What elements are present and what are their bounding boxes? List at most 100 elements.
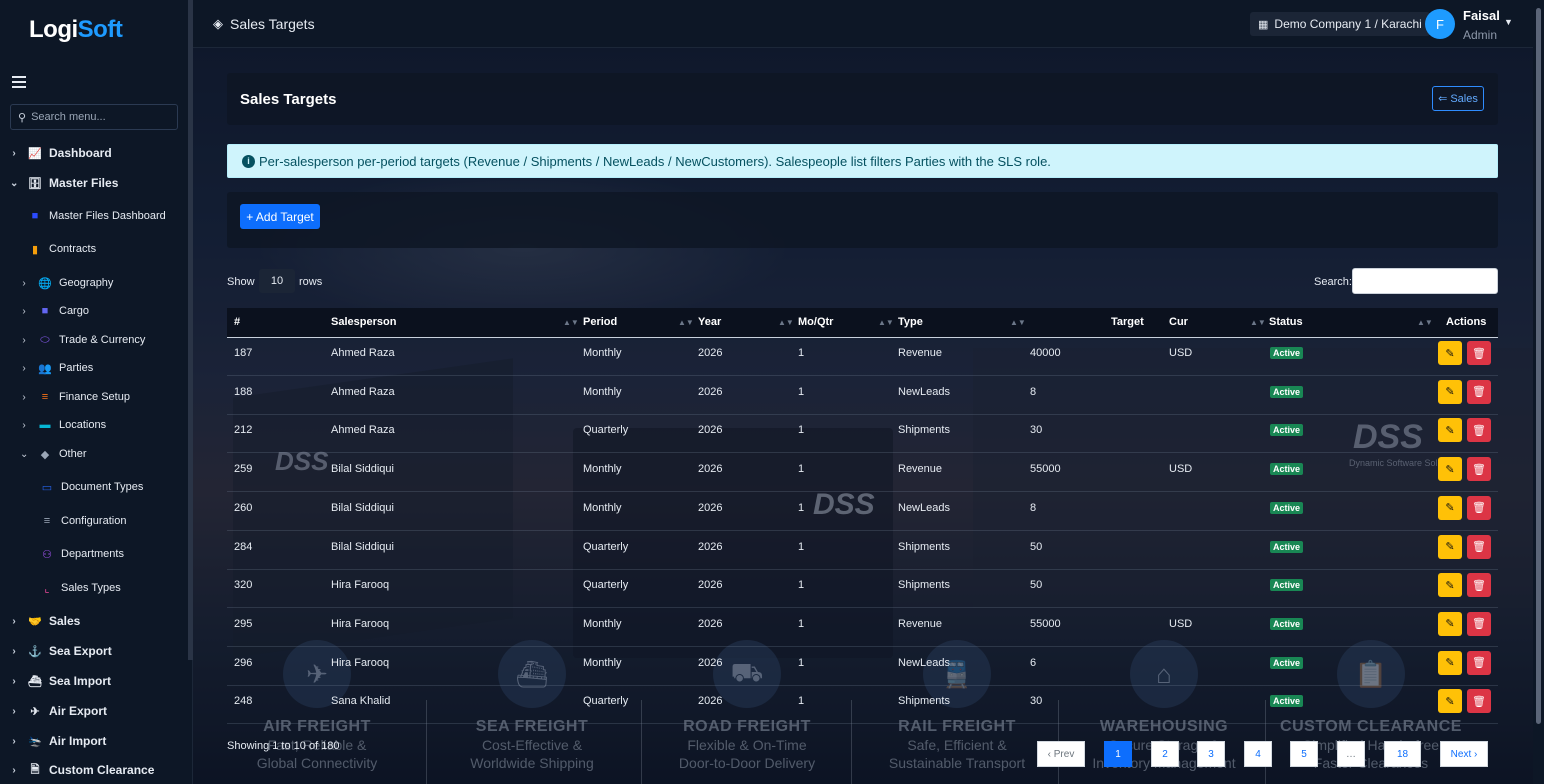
chevron-right-icon: ›	[22, 419, 26, 431]
sort-icon[interactable]: ▲▼	[1010, 308, 1026, 337]
sidebar-item-air-export[interactable]: › ✈ Air Export	[10, 702, 107, 720]
sidebar-item-document-types[interactable]: ▭ Document Types	[40, 478, 144, 496]
sidebar-item-other[interactable]: ⌄ ◆ Other	[20, 445, 87, 463]
sidebar-scrollbar[interactable]	[188, 0, 193, 660]
table-search-input[interactable]	[1352, 268, 1498, 294]
company-selector[interactable]: ▦ Demo Company 1 / Karachi	[1250, 12, 1430, 36]
delete-button[interactable]: 🗑	[1467, 689, 1491, 714]
col-header-id[interactable]: #	[234, 308, 240, 337]
sidebar-item-master-files-dashboard[interactable]: ■ Master Files Dashboard	[28, 207, 166, 225]
edit-button[interactable]: ✎	[1438, 457, 1462, 482]
avatar[interactable]: F	[1425, 9, 1455, 39]
header-title-text: Sales Targets	[230, 16, 315, 32]
edit-icon: ✎	[1445, 618, 1455, 631]
app-logo[interactable]: LogiSoft	[29, 16, 123, 44]
edit-button[interactable]: ✎	[1438, 689, 1462, 714]
add-target-button[interactable]: + Add Target	[240, 204, 320, 229]
edit-button[interactable]: ✎	[1438, 534, 1462, 559]
cell-id: 248	[234, 695, 253, 708]
status-badge: Active	[1270, 424, 1304, 437]
page-18-button[interactable]: 18	[1384, 741, 1421, 767]
cell-salesperson: Bilal Siddiqui	[331, 501, 394, 514]
page-5-button[interactable]: 5	[1290, 741, 1318, 767]
col-header-year[interactable]: Year	[698, 308, 721, 337]
chevron-right-icon: ›	[22, 277, 26, 289]
col-header-status[interactable]: Status	[1269, 308, 1303, 337]
sidebar-item-parties[interactable]: › 👥 Parties	[20, 359, 93, 377]
edit-button[interactable]: ✎	[1438, 341, 1462, 365]
col-header-period[interactable]: Period	[583, 308, 617, 337]
page-4-button[interactable]: 4	[1244, 741, 1272, 767]
delete-button[interactable]: 🗑	[1467, 534, 1491, 559]
delete-button[interactable]: 🗑	[1467, 418, 1491, 443]
chevron-right-icon: ›	[12, 764, 16, 776]
search-icon: ⚲	[18, 111, 27, 124]
edit-button[interactable]: ✎	[1438, 418, 1462, 443]
sidebar-item-master-files[interactable]: ⌄ 🗄 Master Files	[10, 174, 118, 192]
sidebar-item-label: Finance Setup	[59, 391, 130, 403]
edit-button[interactable]: ✎	[1438, 573, 1462, 598]
page-size-select[interactable]: 10	[259, 269, 295, 293]
table-row: 320 Hira Farooq Quarterly 2026 1 Shipments 50 A…	[227, 570, 1498, 609]
col-header-salesperson[interactable]: Salesperson	[331, 308, 396, 337]
edit-button[interactable]: ✎	[1438, 611, 1462, 636]
sidebar-search[interactable]: ⚲	[10, 104, 178, 130]
cell-target: 6	[1030, 656, 1037, 669]
next-page-button[interactable]: Next ›	[1440, 741, 1488, 767]
sort-icon[interactable]: ▲▼	[878, 308, 894, 337]
page-3-button[interactable]: 3	[1197, 741, 1225, 767]
plane-icon: ✈	[30, 705, 40, 718]
sidebar-item-dashboard[interactable]: › 📈 Dashboard	[10, 144, 111, 162]
col-header-target[interactable]: Target	[1111, 308, 1144, 337]
sort-icon[interactable]: ▲▼	[563, 308, 579, 337]
plane-arrival-icon: 🛬	[28, 735, 42, 748]
delete-button[interactable]: 🗑	[1467, 611, 1491, 636]
sort-icon[interactable]: ▲▼	[678, 308, 694, 337]
sidebar-item-sea-export[interactable]: › ⚓ Sea Export	[10, 642, 111, 660]
delete-button[interactable]: 🗑	[1467, 457, 1491, 482]
delete-button[interactable]: 🗑	[1467, 650, 1491, 675]
cell-moqtr: 1	[798, 347, 805, 359]
sort-icon[interactable]: ▲▼	[778, 308, 794, 337]
sidebar-item-departments[interactable]: ⚇ Departments	[40, 545, 124, 563]
sidebar-item-label: Parties	[59, 362, 94, 374]
sidebar-item-cargo[interactable]: › ■ Cargo	[20, 302, 89, 320]
sidebar-item-label: Master Files Dashboard	[49, 210, 166, 222]
sidebar-search-input[interactable]	[31, 111, 172, 123]
edit-button[interactable]: ✎	[1438, 379, 1462, 404]
sidebar-item-custom-clearance[interactable]: › 🗎 Custom Clearance	[10, 761, 154, 779]
sort-icon[interactable]: ▲▼	[1250, 308, 1266, 337]
edit-button[interactable]: ✎	[1438, 495, 1462, 520]
page-1-button[interactable]: 1	[1104, 741, 1132, 767]
page-2-button[interactable]: 2	[1151, 741, 1179, 767]
chevron-down-icon[interactable]: ▼	[1504, 17, 1513, 27]
sort-icon[interactable]: ▲▼	[1417, 308, 1433, 337]
sidebar-item-sales[interactable]: › 🤝 Sales	[10, 612, 80, 630]
sidebar-item-air-import[interactable]: › 🛬 Air Import	[10, 732, 106, 750]
main-scrollbar[interactable]	[1533, 0, 1544, 784]
sidebar-item-contracts[interactable]: ▮ Contracts	[28, 240, 96, 258]
sidebar-item-configuration[interactable]: ≡ Configuration	[40, 512, 127, 530]
col-header-type[interactable]: Type	[898, 308, 923, 337]
edit-icon: ✎	[1445, 502, 1455, 515]
delete-button[interactable]: 🗑	[1467, 495, 1491, 520]
sidebar-item-geography[interactable]: › 🌐 Geography	[20, 274, 113, 292]
sidebar-item-sales-types[interactable]: ⌞ Sales Types	[40, 579, 120, 597]
edit-button[interactable]: ✎	[1438, 650, 1462, 675]
delete-button[interactable]: 🗑	[1467, 379, 1491, 404]
col-header-cur[interactable]: Cur	[1169, 308, 1188, 337]
delete-button[interactable]: 🗑	[1467, 341, 1491, 365]
prev-page-button[interactable]: ‹ Prev	[1037, 741, 1085, 767]
sidebar-item-locations[interactable]: › ▬ Locations	[20, 416, 106, 434]
back-to-sales-button[interactable]: ⇐ Sales	[1432, 86, 1484, 111]
delete-button[interactable]: 🗑	[1467, 573, 1491, 598]
sidebar-item-trade-currency[interactable]: › ⬭ Trade & Currency	[20, 331, 145, 349]
user-name[interactable]: Faisal	[1463, 8, 1500, 23]
cell-target: 8	[1030, 501, 1037, 514]
table-row: 295 Hira Farooq Monthly 2026 1 Revenue 55000 US…	[227, 609, 1498, 647]
col-header-moqtr[interactable]: Mo/Qtr	[798, 308, 833, 337]
hamburger-menu-icon[interactable]	[12, 76, 26, 88]
sidebar-item-finance-setup[interactable]: › ≡ Finance Setup	[20, 388, 130, 406]
sidebar-item-sea-import[interactable]: › ⛴ Sea Import	[10, 672, 111, 690]
sidebar-item-label: Other	[59, 448, 87, 460]
